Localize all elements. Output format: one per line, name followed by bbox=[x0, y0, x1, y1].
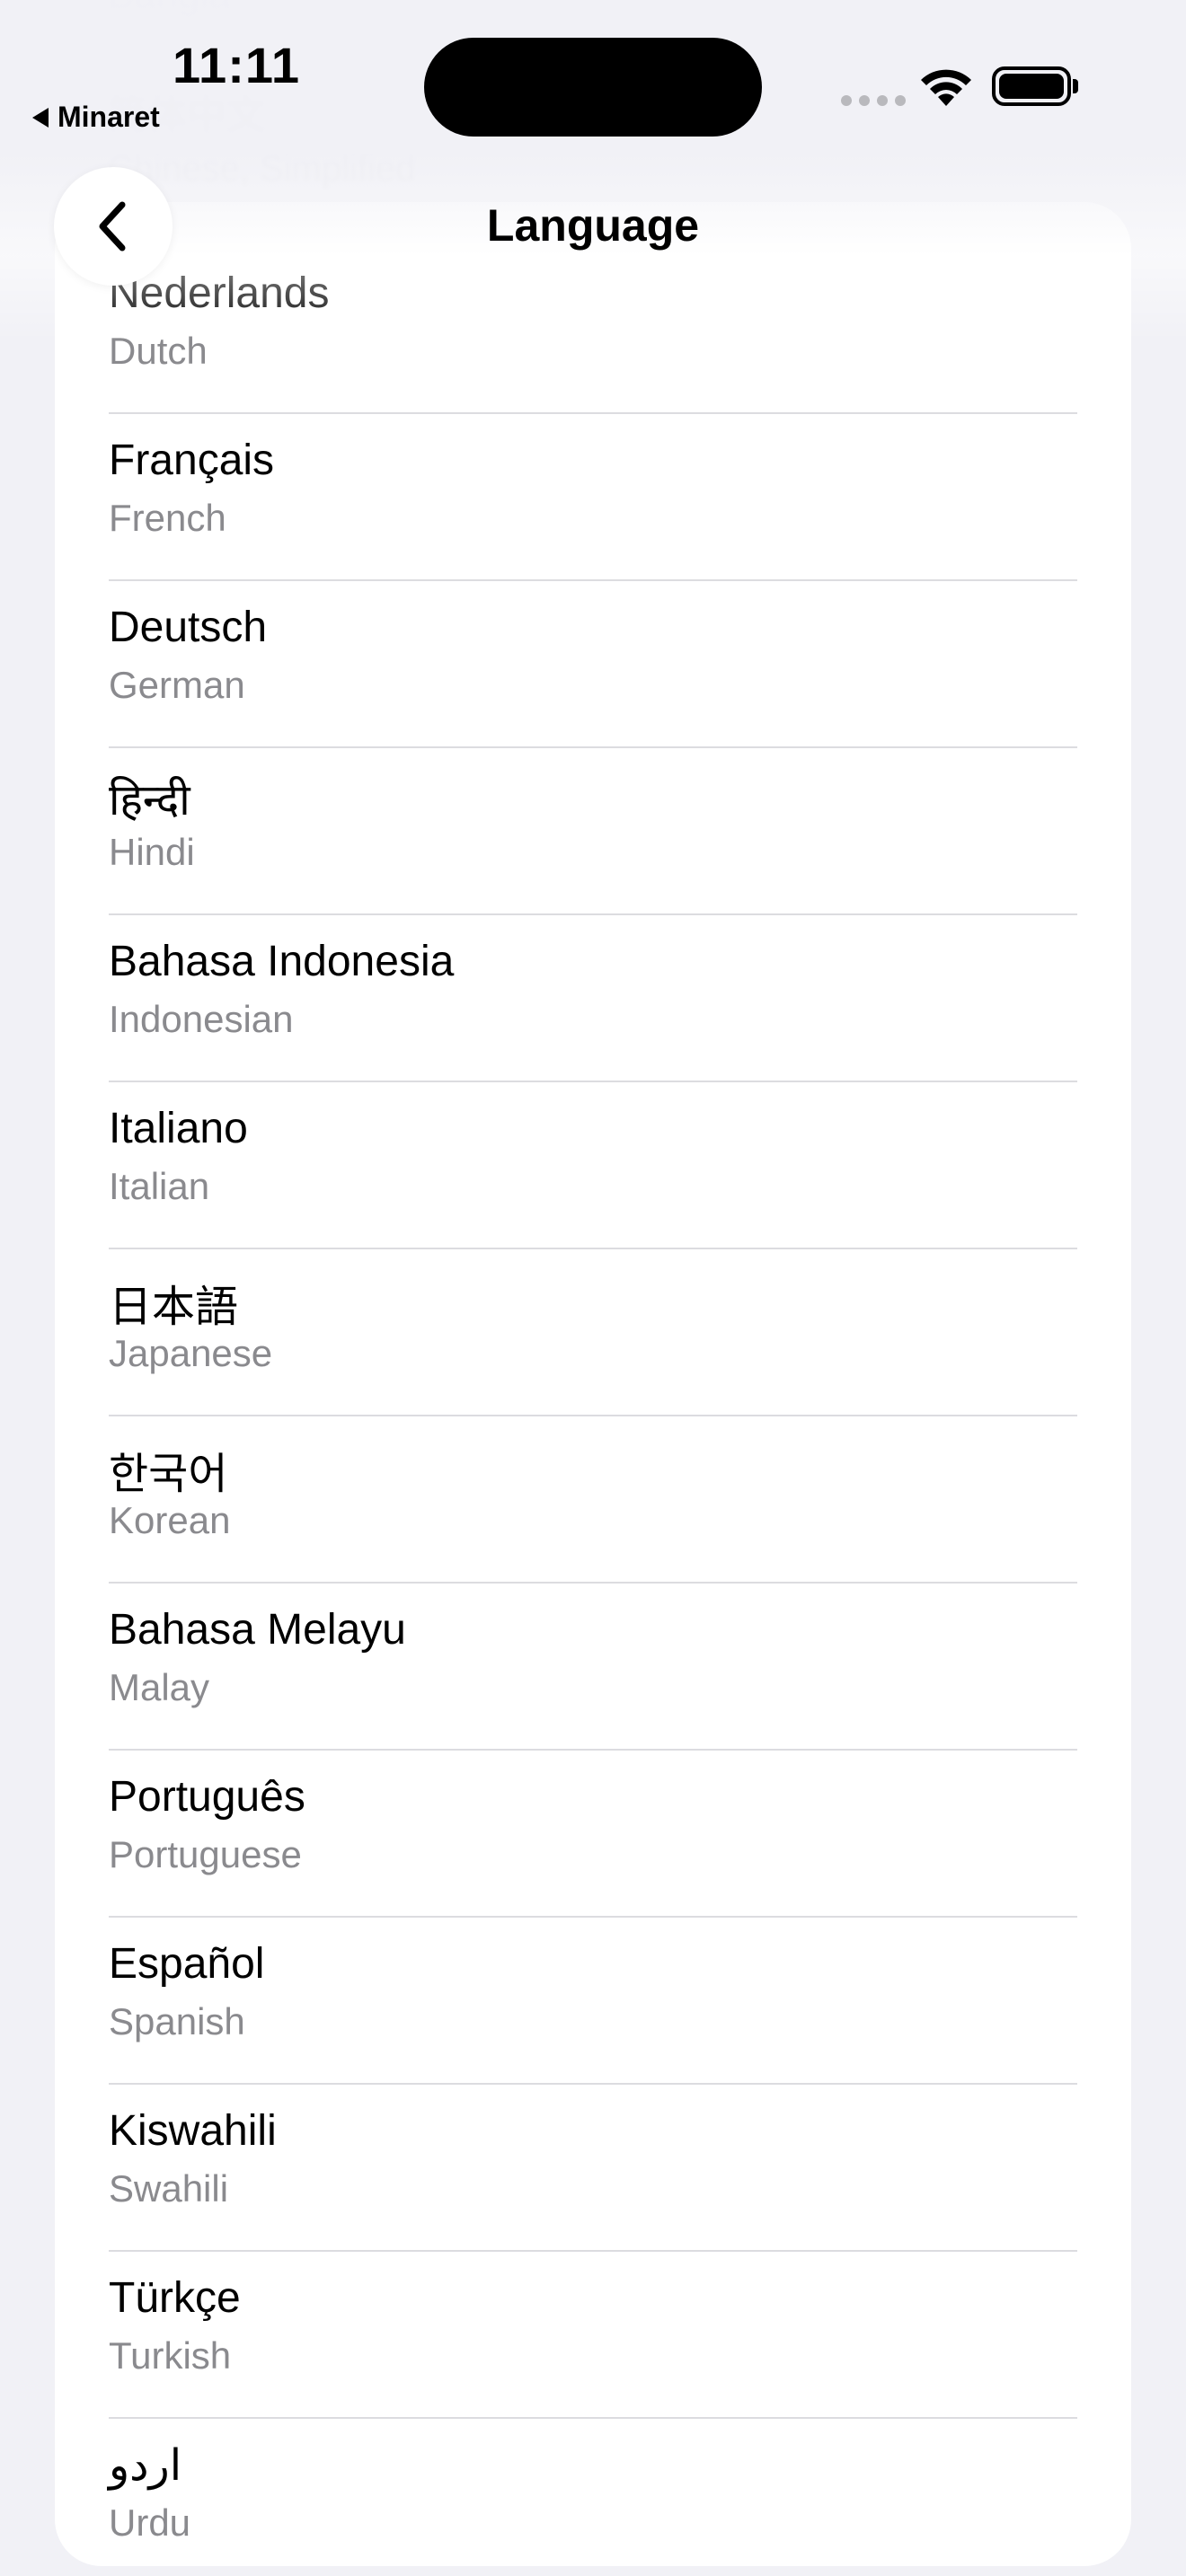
language-native-name: Español bbox=[109, 1940, 265, 1988]
language-native-name: Kiswahili bbox=[109, 2107, 277, 2155]
language-english-name: French bbox=[109, 497, 226, 539]
language-native-name: Türkçe bbox=[109, 2274, 241, 2322]
language-english-name: Portuguese bbox=[109, 1833, 302, 1875]
language-english-name: Spanish bbox=[109, 2000, 245, 2042]
ghost-item-label: Bangla bbox=[108, 0, 231, 18]
dynamic-island bbox=[424, 38, 762, 137]
language-row-spanish[interactable]: Español Spanish bbox=[55, 1918, 1131, 2085]
language-row-hindi[interactable]: हिन्दी Hindi bbox=[55, 748, 1131, 915]
language-english-name: Korean bbox=[109, 1499, 231, 1541]
language-native-name: Français bbox=[109, 437, 275, 484]
language-native-name: 한국어 bbox=[109, 1451, 228, 1498]
language-row-turkish[interactable]: Türkçe Turkish bbox=[55, 2252, 1131, 2419]
language-english-name: Hindi bbox=[109, 831, 195, 873]
language-row-malay[interactable]: Bahasa Melayu Malay bbox=[55, 1584, 1131, 1751]
language-native-name: Italiano bbox=[109, 1105, 248, 1152]
battery-cap bbox=[1073, 79, 1078, 93]
language-english-name: Indonesian bbox=[109, 998, 294, 1040]
back-triangle-icon bbox=[32, 107, 49, 128]
language-native-name: हिन्दी bbox=[109, 777, 190, 825]
battery-icon bbox=[992, 66, 1071, 106]
language-native-name: Bahasa Indonesia bbox=[109, 938, 455, 985]
wifi-icon bbox=[921, 69, 971, 106]
language-row-dutch[interactable]: Nederlands Dutch bbox=[55, 247, 1131, 414]
language-row-italian[interactable]: Italiano Italian bbox=[55, 1082, 1131, 1249]
language-native-name: اردو bbox=[109, 2442, 182, 2490]
language-row-indonesian[interactable]: Bahasa Indonesia Indonesian bbox=[55, 915, 1131, 1082]
language-native-name: Deutsch bbox=[109, 604, 268, 651]
language-row-korean[interactable]: 한국어 Korean bbox=[55, 1416, 1131, 1584]
back-to-app-label: Minaret bbox=[58, 101, 160, 133]
language-english-name: Japanese bbox=[109, 1332, 273, 1374]
language-row-japanese[interactable]: 日本語 Japanese bbox=[55, 1249, 1131, 1416]
language-native-name: 日本語 bbox=[109, 1284, 239, 1331]
language-english-name: Urdu bbox=[109, 2501, 191, 2544]
language-row-urdu[interactable]: اردو Urdu bbox=[55, 2419, 1131, 2566]
language-settings-screen: Bangla 简体中文 Chinese, Simplified Nederlan… bbox=[0, 0, 1186, 2576]
language-native-name: Português bbox=[109, 1773, 305, 1821]
language-native-name: Bahasa Melayu bbox=[109, 1606, 406, 1654]
language-list-card: Nederlands Dutch Français French Deutsch… bbox=[55, 202, 1131, 2566]
page-title: Language bbox=[486, 200, 700, 251]
language-row-portuguese[interactable]: Português Portuguese bbox=[55, 1751, 1131, 1918]
language-row-swahili[interactable]: Kiswahili Swahili bbox=[55, 2085, 1131, 2252]
status-time: 11:11 bbox=[173, 37, 301, 93]
language-english-name: German bbox=[109, 664, 245, 706]
cellular-signal-icon bbox=[841, 95, 906, 106]
language-row-german[interactable]: Deutsch German bbox=[55, 581, 1131, 748]
language-list: Nederlands Dutch Français French Deutsch… bbox=[55, 247, 1131, 2566]
language-english-name: Italian bbox=[109, 1165, 210, 1207]
language-english-name: Turkish bbox=[109, 2334, 232, 2377]
language-english-name: Dutch bbox=[109, 330, 208, 372]
back-to-app-link[interactable]: Minaret bbox=[32, 101, 160, 134]
language-row-french[interactable]: Français French bbox=[55, 414, 1131, 581]
language-english-name: Malay bbox=[109, 1666, 210, 1708]
language-english-name: Swahili bbox=[109, 2167, 229, 2210]
